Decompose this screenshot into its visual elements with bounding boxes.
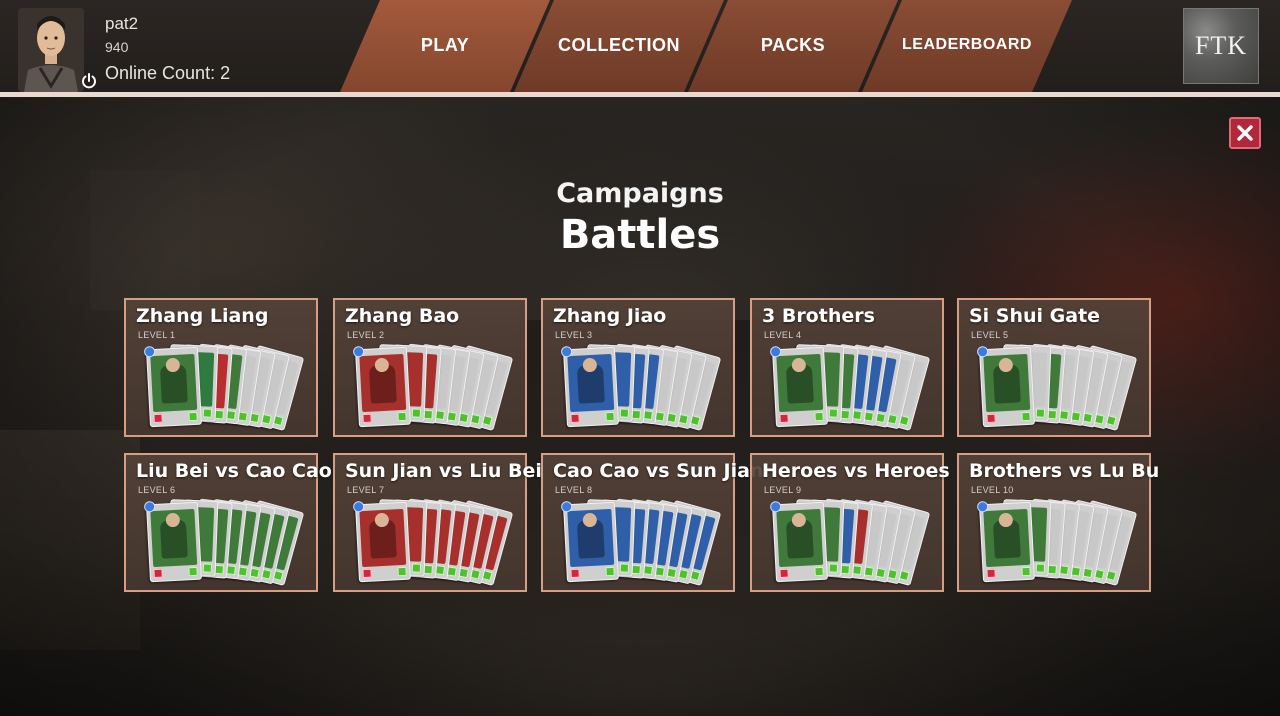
- deck-front-card: [560, 345, 620, 428]
- tab-collection-label: COLLECTION: [558, 34, 680, 55]
- deck-preview: [560, 343, 725, 432]
- tab-packs[interactable]: PACKS: [688, 0, 898, 92]
- deck-preview: [976, 343, 1141, 432]
- battle-title: Liu Bei vs Cao Cao: [136, 460, 332, 482]
- avatar-portrait-icon: [18, 8, 84, 92]
- deck-preview: [976, 498, 1141, 587]
- battle-tile-zhang-jiao[interactable]: Zhang Jiao LEVEL 3: [541, 298, 735, 437]
- battle-level: LEVEL 10: [971, 485, 1014, 495]
- deck-front-card: [769, 500, 829, 583]
- battle-title: Cao Cao vs Sun Jian: [553, 460, 764, 482]
- top-bar-divider: [0, 92, 1280, 97]
- battle-level: LEVEL 8: [555, 485, 593, 495]
- deck-front-card: [560, 500, 620, 583]
- deck-front-card: [976, 500, 1036, 583]
- deck-preview: [560, 498, 725, 587]
- battle-title: Si Shui Gate: [969, 305, 1101, 327]
- battle-level: LEVEL 4: [764, 330, 802, 340]
- tab-play[interactable]: PLAY: [340, 0, 550, 92]
- battle-tile-sun-jian-vs-liu-bei[interactable]: Sun Jian vs Liu Bei LEVEL 7: [333, 453, 542, 592]
- battle-level: LEVEL 6: [138, 485, 176, 495]
- battle-title: Brothers vs Lu Bu: [969, 460, 1160, 482]
- battle-title: Zhang Bao: [345, 305, 460, 327]
- battle-level: LEVEL 1: [138, 330, 176, 340]
- tab-leaderboard[interactable]: LEADERBOARD: [862, 0, 1072, 92]
- battle-tile-zhang-bao[interactable]: Zhang Bao LEVEL 2: [333, 298, 527, 437]
- deck-front-card: [143, 500, 203, 583]
- battle-tile-cao-cao-vs-sun-jian[interactable]: Cao Cao vs Sun Jian LEVEL 8: [541, 453, 763, 592]
- deck-front-card: [769, 345, 829, 428]
- deck-preview: [143, 343, 308, 432]
- tab-leaderboard-label: LEADERBOARD: [902, 36, 1032, 53]
- battle-tile-liu-bei-vs-cao-cao[interactable]: Liu Bei vs Cao Cao LEVEL 6: [124, 453, 332, 592]
- page-subtitle: Campaigns: [556, 178, 724, 209]
- deck-preview: [769, 498, 934, 587]
- top-bar: pat2 940 Online Count: 2 PLAY COLLECTION…: [0, 0, 1280, 92]
- battle-tile-brothers-vs-lu-bu[interactable]: Brothers vs Lu Bu LEVEL 10: [957, 453, 1159, 592]
- battle-title: Heroes vs Heroes: [762, 460, 950, 482]
- battle-level: LEVEL 5: [971, 330, 1009, 340]
- deck-front-card: [143, 345, 203, 428]
- close-icon: [1237, 125, 1253, 141]
- page-title: Battles: [559, 212, 721, 258]
- ftk-logo[interactable]: FTK: [1183, 8, 1259, 84]
- deck-preview: [352, 343, 517, 432]
- battle-title: Zhang Jiao: [553, 305, 667, 327]
- power-icon[interactable]: [80, 72, 98, 90]
- deck-front-card: [352, 500, 412, 583]
- battle-title: Sun Jian vs Liu Bei: [345, 460, 542, 482]
- battle-tile-heroes-vs-heroes[interactable]: Heroes vs Heroes LEVEL 9: [750, 453, 950, 592]
- battle-title: Zhang Liang: [136, 305, 269, 327]
- battle-level: LEVEL 3: [555, 330, 593, 340]
- tab-packs-label: PACKS: [760, 34, 826, 55]
- online-count: Online Count: 2: [105, 63, 231, 83]
- deck-preview: [352, 498, 517, 587]
- battle-tile-3-brothers[interactable]: 3 Brothers LEVEL 4: [750, 298, 944, 437]
- battle-tile-si-shui-gate[interactable]: Si Shui Gate LEVEL 5: [957, 298, 1151, 437]
- close-button[interactable]: [1229, 117, 1261, 149]
- battle-tile-zhang-liang[interactable]: Zhang Liang LEVEL 1: [124, 298, 318, 437]
- username: pat2: [105, 14, 139, 33]
- battle-level: LEVEL 9: [764, 485, 802, 495]
- deck-preview: [143, 498, 308, 587]
- deck-preview: [769, 343, 934, 432]
- tab-collection[interactable]: COLLECTION: [514, 0, 724, 92]
- deck-front-card: [352, 345, 412, 428]
- background-wall: [0, 430, 140, 650]
- battle-level: LEVEL 2: [347, 330, 385, 340]
- avatar[interactable]: [18, 8, 84, 92]
- player-score: 940: [105, 39, 129, 55]
- battle-title: 3 Brothers: [762, 305, 875, 327]
- battle-level: LEVEL 7: [347, 485, 385, 495]
- tab-play-label: PLAY: [420, 34, 470, 55]
- deck-front-card: [976, 345, 1036, 428]
